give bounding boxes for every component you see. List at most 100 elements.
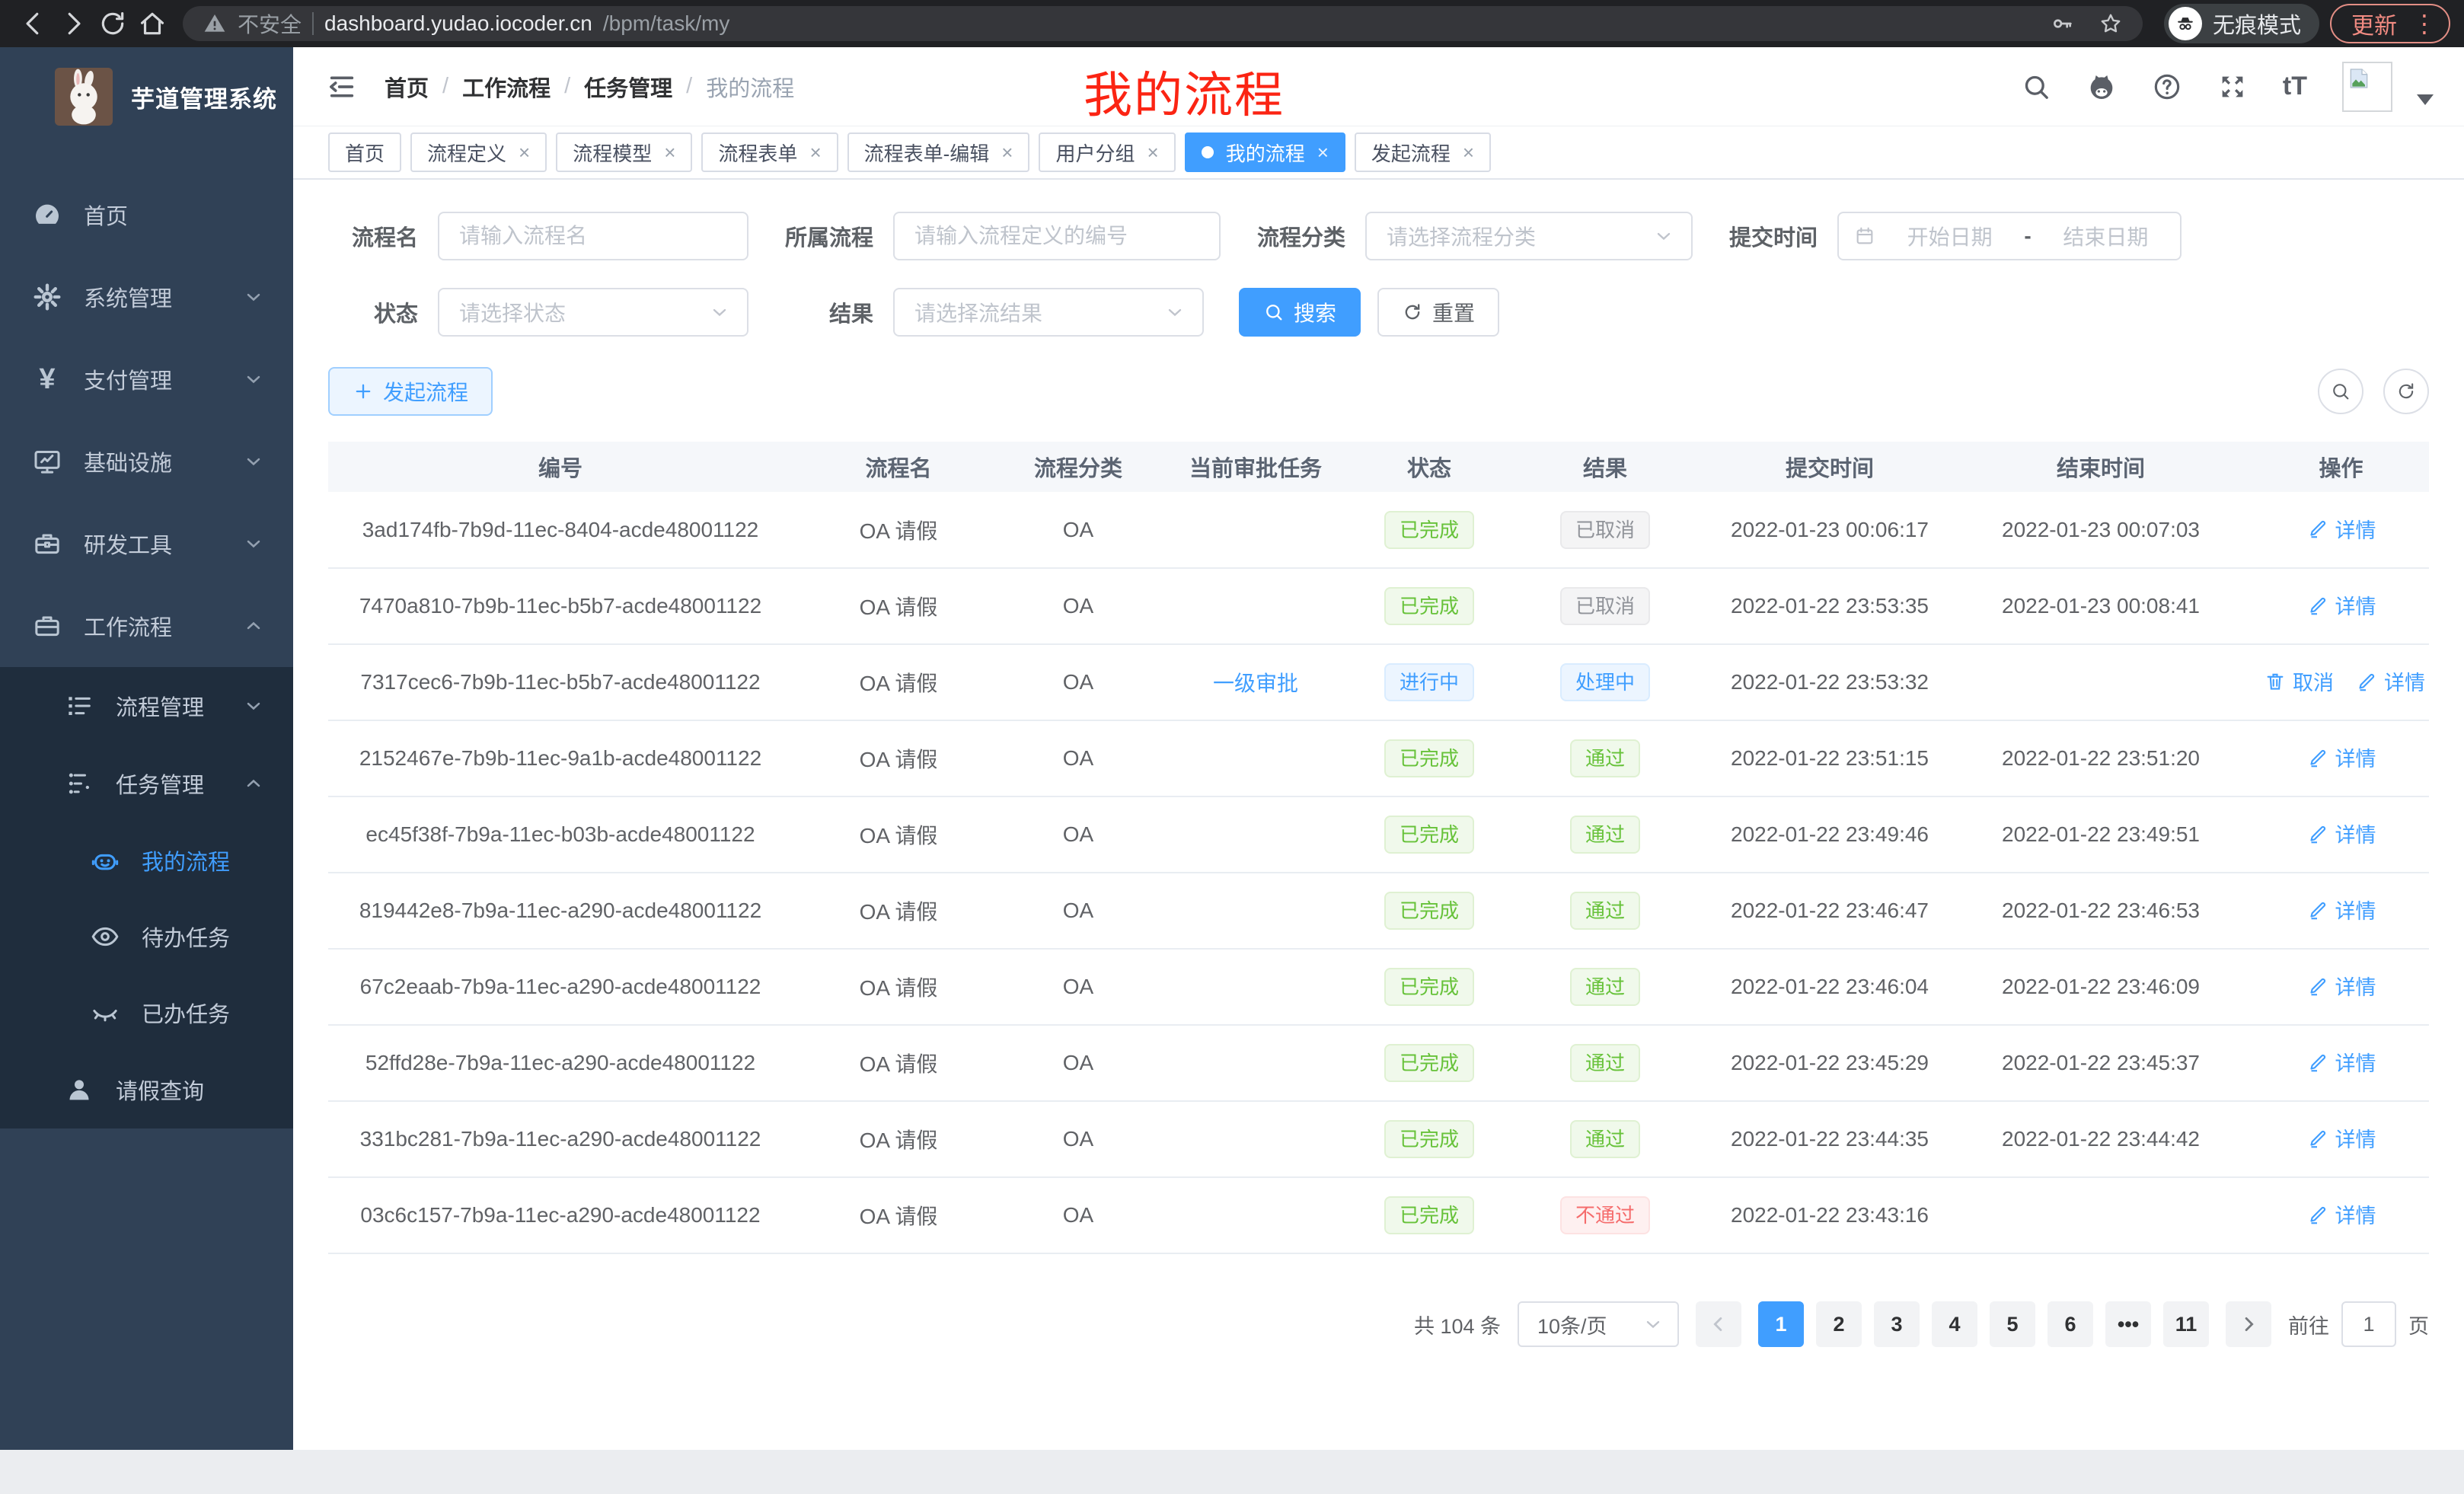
result-cell: 通过 [1499,1101,1711,1177]
category-select[interactable]: 请选择流程分类 [1365,212,1693,260]
result-badge: 通过 [1570,739,1640,777]
table-refresh-button[interactable] [2383,369,2429,414]
edit-icon [2306,975,2329,998]
sidebar-item-my-process[interactable]: 我的流程 [0,822,293,899]
tab-home[interactable]: 首页 [328,132,401,172]
process-name-cell: OA 请假 [793,644,1004,720]
page-button-2[interactable]: 2 [1816,1301,1862,1347]
sidebar-item-process-mgmt[interactable]: 流程管理 [0,667,293,745]
bookmark-star-button[interactable] [2099,11,2123,36]
sidebar-item-todo-tasks[interactable]: 待办任务 [0,899,293,975]
end-time-cell [1949,644,2253,720]
detail-link[interactable]: 详情 [2306,971,2376,1001]
page-button-6[interactable]: 6 [2047,1301,2093,1347]
detail-link[interactable]: 详情 [2306,514,2376,544]
end-time-cell [1949,1177,2253,1253]
detail-link[interactable]: 详情 [2306,1199,2376,1229]
tab-process-definition[interactable]: 流程定义 × [410,132,547,172]
status-cell: 已完成 [1359,1101,1499,1177]
tab-process-form[interactable]: 流程表单× [701,132,838,172]
sidebar-item-infra[interactable]: 基础设施 [0,420,293,503]
detail-link[interactable]: 详情 [2306,590,2376,620]
tab-start-process[interactable]: 发起流程× [1355,132,1491,172]
github-button[interactable] [2086,72,2117,102]
reload-button[interactable] [93,4,132,43]
dashboard-icon [32,200,62,230]
search-button[interactable]: 搜索 [1239,288,1361,337]
page-content: 流程名 所属流程 流程分类 请选择流程分类 提交时间 [293,180,2464,1450]
cancel-link[interactable]: 取消 [2264,666,2334,696]
close-icon[interactable]: × [519,141,530,164]
reset-button[interactable]: 重置 [1377,288,1499,337]
result-select[interactable]: 请选择流结果 [893,288,1204,337]
sidebar-item-label: 系统管理 [84,281,172,313]
page-button-5[interactable]: 5 [1990,1301,2035,1347]
sidebar-item-devtools[interactable]: 研发工具 [0,503,293,585]
detail-link[interactable]: 详情 [2355,666,2425,696]
sidebar-item-home[interactable]: 首页 [0,174,293,256]
address-bar[interactable]: 不安全 dashboard.yudao.iocoder.cn/bpm/task/… [183,6,2143,41]
process-def-input[interactable] [893,212,1221,260]
close-icon[interactable]: × [1317,141,1329,164]
tab-process-form-edit[interactable]: 流程表单-编辑× [847,132,1030,172]
user-icon [64,1074,94,1105]
tab-process-model[interactable]: 流程模型× [556,132,692,172]
detail-link[interactable]: 详情 [2306,1123,2376,1153]
breadcrumb-home[interactable]: 首页 [385,71,429,103]
page-button-3[interactable]: 3 [1874,1301,1920,1347]
detail-link[interactable]: 详情 [2306,742,2376,772]
start-process-button[interactable]: 发起流程 [328,367,493,416]
sidebar-item-system[interactable]: 系统管理 [0,256,293,338]
update-button[interactable]: 更新 ⋮ [2330,4,2450,43]
app-logo-row[interactable]: 芋道管理系统 [0,47,293,146]
sidebar-fold-button[interactable] [327,72,357,102]
status-select[interactable]: 请选择状态 [438,288,748,337]
goto-page-input[interactable] [2341,1301,2396,1347]
close-icon[interactable]: × [1463,141,1474,164]
fullscreen-button[interactable] [2217,72,2248,102]
chevron-down-icon[interactable] [2417,94,2434,105]
page-button-4[interactable]: 4 [1932,1301,1977,1347]
pagination-more[interactable]: ••• [2105,1301,2151,1347]
end-time-cell: 2022-01-23 00:08:41 [1949,568,2253,644]
back-button[interactable] [14,4,53,43]
sidebar-item-done-tasks[interactable]: 已办任务 [0,975,293,1051]
prev-page-button[interactable] [1696,1301,1741,1347]
header-search-button[interactable] [2021,72,2051,102]
sidebar-item-task-mgmt[interactable]: 任务管理 [0,745,293,822]
breadcrumb-task-mgmt[interactable]: 任务管理 [584,71,672,103]
page-size-select[interactable]: 10条/页 [1518,1301,1679,1347]
breadcrumb-workflow[interactable]: 工作流程 [462,71,551,103]
forward-button[interactable] [53,4,93,43]
close-icon[interactable]: × [1147,141,1159,164]
browser-menu-icon[interactable]: ⋮ [2412,9,2437,38]
submit-time-range-picker[interactable]: 开始日期 - 结束日期 [1837,212,2182,260]
avatar[interactable] [2342,62,2392,112]
process-name-input[interactable] [438,212,748,260]
close-icon[interactable]: × [664,141,675,164]
page-button-1[interactable]: 1 [1758,1301,1804,1347]
tab-my-process[interactable]: 我的流程× [1185,132,1345,172]
status-badge: 已完成 [1384,511,1474,549]
table-search-button[interactable] [2318,369,2363,414]
next-page-button[interactable] [2226,1301,2271,1347]
font-size-button[interactable]: tT [2283,72,2307,101]
status-cell: 已完成 [1359,568,1499,644]
sidebar-item-payment[interactable]: ¥ 支付管理 [0,338,293,420]
detail-link[interactable]: 详情 [2306,819,2376,848]
sidebar-item-leave-query[interactable]: 请假查询 [0,1051,293,1128]
password-key-button[interactable] [2050,11,2074,36]
current-task-link[interactable]: 一级审批 [1213,672,1298,695]
sidebar-item-workflow[interactable]: 工作流程 [0,585,293,667]
tab-label: 流程定义 [427,139,506,167]
close-icon[interactable]: × [809,141,821,164]
tab-user-group[interactable]: 用户分组× [1039,132,1175,172]
refresh-icon [2395,381,2417,402]
current-task-cell [1152,720,1359,796]
help-button[interactable] [2152,72,2182,102]
close-icon[interactable]: × [1001,141,1013,164]
detail-link[interactable]: 详情 [2306,1047,2376,1077]
page-button-11[interactable]: 11 [2163,1301,2209,1347]
home-button[interactable] [132,4,172,43]
detail-link[interactable]: 详情 [2306,895,2376,924]
